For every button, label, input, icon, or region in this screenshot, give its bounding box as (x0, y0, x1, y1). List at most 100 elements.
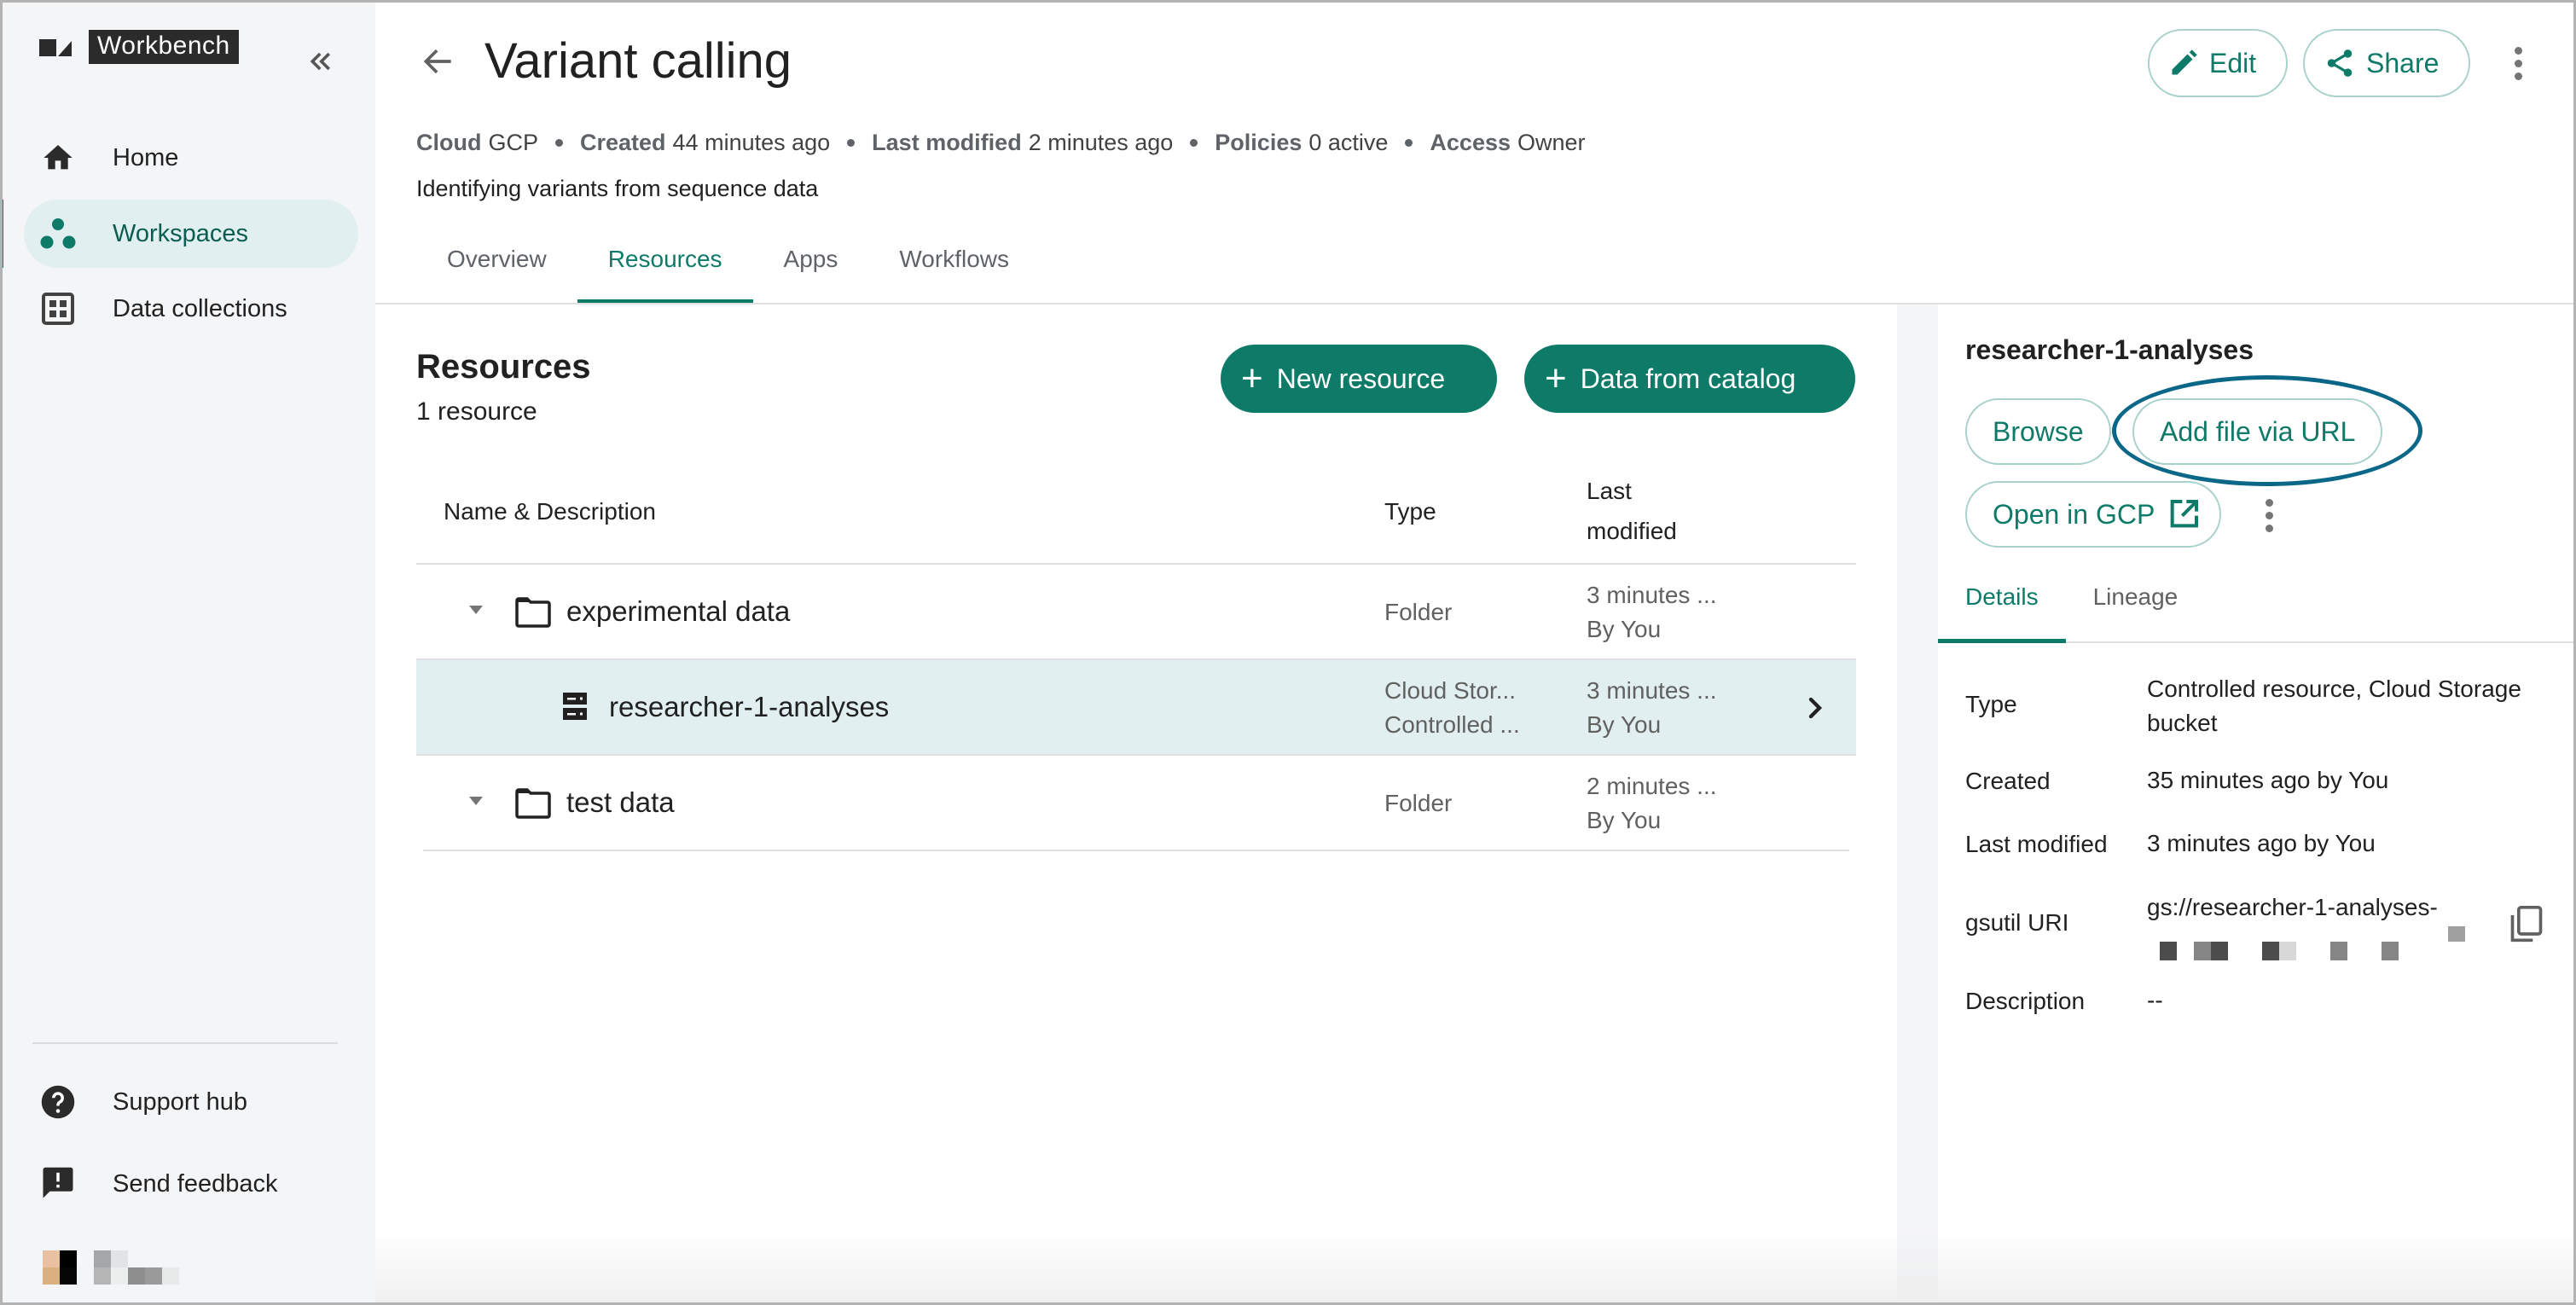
column-header-type[interactable]: Type (1384, 498, 1436, 525)
meta-created-value: 44 minutes ago (672, 130, 831, 155)
sidebar-item-label: Home (113, 143, 179, 171)
modified-by: By You (1587, 711, 1662, 738)
resource-type-line1: Cloud Stor... (1384, 677, 1517, 704)
table-row-test-data[interactable]: test data Folder 2 minutes ... By You (416, 756, 1856, 851)
collapse-sidebar-button[interactable] (304, 46, 338, 80)
open-in-gcp-button[interactable]: Open in GCP (1965, 481, 2222, 548)
workspace-meta: Cloud GCP Created 44 minutes ago Last modi… (416, 130, 1586, 156)
detail-value-gsutil-uri[interactable]: gs://researcher-1-analyses- (2147, 890, 2438, 925)
resource-type-line2: Controlled ... (1384, 711, 1520, 738)
sidebar-item-workspaces[interactable]: Workspaces (24, 200, 358, 268)
detail-label-type: Type (1965, 691, 2017, 717)
sidebar-item-label: Data collections (113, 294, 287, 322)
modified-time: 3 minutes ... (1587, 582, 1717, 608)
detail-label-last-modified: Last modified (1965, 831, 2108, 857)
data-from-catalog-label: Data from catalog (1580, 362, 1796, 394)
expand-caret-icon[interactable] (469, 606, 483, 614)
tab-details[interactable]: Details (1938, 566, 2066, 643)
sidebar-item-data-collections[interactable]: Data collections (24, 275, 358, 343)
expand-caret-icon[interactable] (469, 797, 483, 805)
meta-modified-label: Last modified (872, 130, 1022, 155)
tab-overview[interactable]: Overview (416, 235, 577, 304)
resource-type: Cloud Stor... Controlled ... (1384, 674, 1520, 742)
meta-cloud-label: Cloud (416, 130, 482, 155)
header-divider (375, 303, 2576, 304)
kebab-dot (2265, 498, 2273, 507)
panel-tabs: Details Lineage (1938, 566, 2576, 643)
share-button[interactable]: Share (2303, 29, 2470, 97)
sidebar-divider (32, 1042, 338, 1044)
detail-value-last-modified: 3 minutes ago by You (2147, 830, 2376, 856)
user-avatar[interactable] (43, 1250, 179, 1285)
home-icon (39, 139, 77, 177)
redacted-uri (2150, 942, 2399, 960)
share-icon (2327, 49, 2353, 77)
tab-workflows[interactable]: Workflows (868, 235, 1040, 304)
kebab-dot (2514, 72, 2522, 80)
resource-modified: 3 minutes ... By You (1587, 674, 1717, 742)
plus-icon: + (1545, 357, 1567, 399)
detail-label-created: Created (1965, 768, 2051, 794)
detail-value-created: 35 minutes ago by You (2147, 767, 2389, 793)
app-name: Workbench (89, 30, 239, 64)
resource-name: experimental data (566, 595, 791, 627)
sidebar-item-home[interactable]: Home (24, 124, 358, 192)
plus-icon: + (1241, 357, 1263, 399)
column-header-name[interactable]: Name & Description (444, 498, 656, 525)
modified-by: By You (1587, 807, 1662, 833)
back-button[interactable] (420, 43, 457, 80)
detail-label-description: Description (1965, 988, 2086, 1014)
chevron-right-icon[interactable] (1798, 691, 1832, 725)
app-logo[interactable]: Workbench (39, 29, 239, 65)
kebab-dot (2265, 524, 2273, 532)
panel-separator (1897, 304, 1938, 1305)
sidebar-item-label: Workspaces (113, 219, 249, 247)
storage-bucket-icon (561, 691, 597, 722)
copy-button[interactable] (2508, 904, 2545, 945)
separator-dot (555, 139, 563, 147)
separator-dot (847, 139, 856, 147)
modified-time: 2 minutes ... (1587, 773, 1717, 799)
resource-type: Folder (1384, 790, 1453, 816)
panel-more-options-button[interactable] (2252, 490, 2286, 541)
tab-lineage[interactable]: Lineage (2066, 566, 2206, 641)
bottom-fade (375, 1228, 2576, 1305)
folder-icon (515, 597, 551, 628)
column-header-modified-line2[interactable]: modified (1587, 518, 1677, 545)
edit-button[interactable]: Edit (2148, 29, 2288, 97)
data-from-catalog-button[interactable]: + Data from catalog (1524, 345, 1855, 413)
new-resource-label: New resource (1276, 362, 1446, 394)
add-file-via-url-button[interactable]: Add file via URL (2132, 398, 2383, 465)
redacted-uri-fragment (2448, 926, 2465, 942)
feedback-icon (39, 1165, 77, 1203)
workspace-description: Identifying variants from sequence data (416, 176, 819, 201)
browse-button[interactable]: Browse (1965, 398, 2111, 465)
table-row-researcher-1-analyses[interactable]: researcher-1-analyses Cloud Stor... Cont… (416, 660, 1856, 756)
tab-resources[interactable]: Resources (577, 235, 753, 304)
detail-value-type: Controlled resource, Cloud Storage bucke… (2147, 676, 2521, 736)
open-in-gcp-label: Open in GCP (1993, 498, 2155, 530)
active-indicator (0, 200, 3, 268)
new-resource-button[interactable]: + New resource (1221, 345, 1497, 413)
arrow-left-icon (423, 49, 451, 74)
tab-apps[interactable]: Apps (753, 235, 869, 304)
column-header-modified-line1[interactable]: Last (1587, 478, 1632, 505)
external-link-icon (2170, 500, 2199, 528)
pencil-icon (2172, 49, 2197, 75)
kebab-dot (2514, 59, 2522, 67)
resource-name: test data (566, 786, 675, 818)
row-divider (423, 850, 1849, 851)
meta-policies-value: 0 active (1308, 130, 1389, 155)
sidebar-item-label: Send feedback (113, 1169, 278, 1198)
more-options-button[interactable] (2501, 38, 2535, 89)
resource-modified: 3 minutes ... By You (1587, 578, 1717, 647)
copy-icon (2510, 906, 2543, 942)
folder-icon (515, 788, 551, 819)
edit-label: Edit (2209, 47, 2257, 78)
sidebar-item-support-hub[interactable]: Support hub (24, 1068, 358, 1136)
page-title: Variant calling (484, 33, 792, 89)
logo-mark-icon (39, 38, 72, 65)
sidebar-item-send-feedback[interactable]: Send feedback (24, 1150, 358, 1218)
table-row-experimental-data[interactable]: experimental data Folder 3 minutes ... B… (416, 565, 1856, 660)
workspace-tabs: Overview Resources Apps Workflows (416, 235, 1040, 304)
